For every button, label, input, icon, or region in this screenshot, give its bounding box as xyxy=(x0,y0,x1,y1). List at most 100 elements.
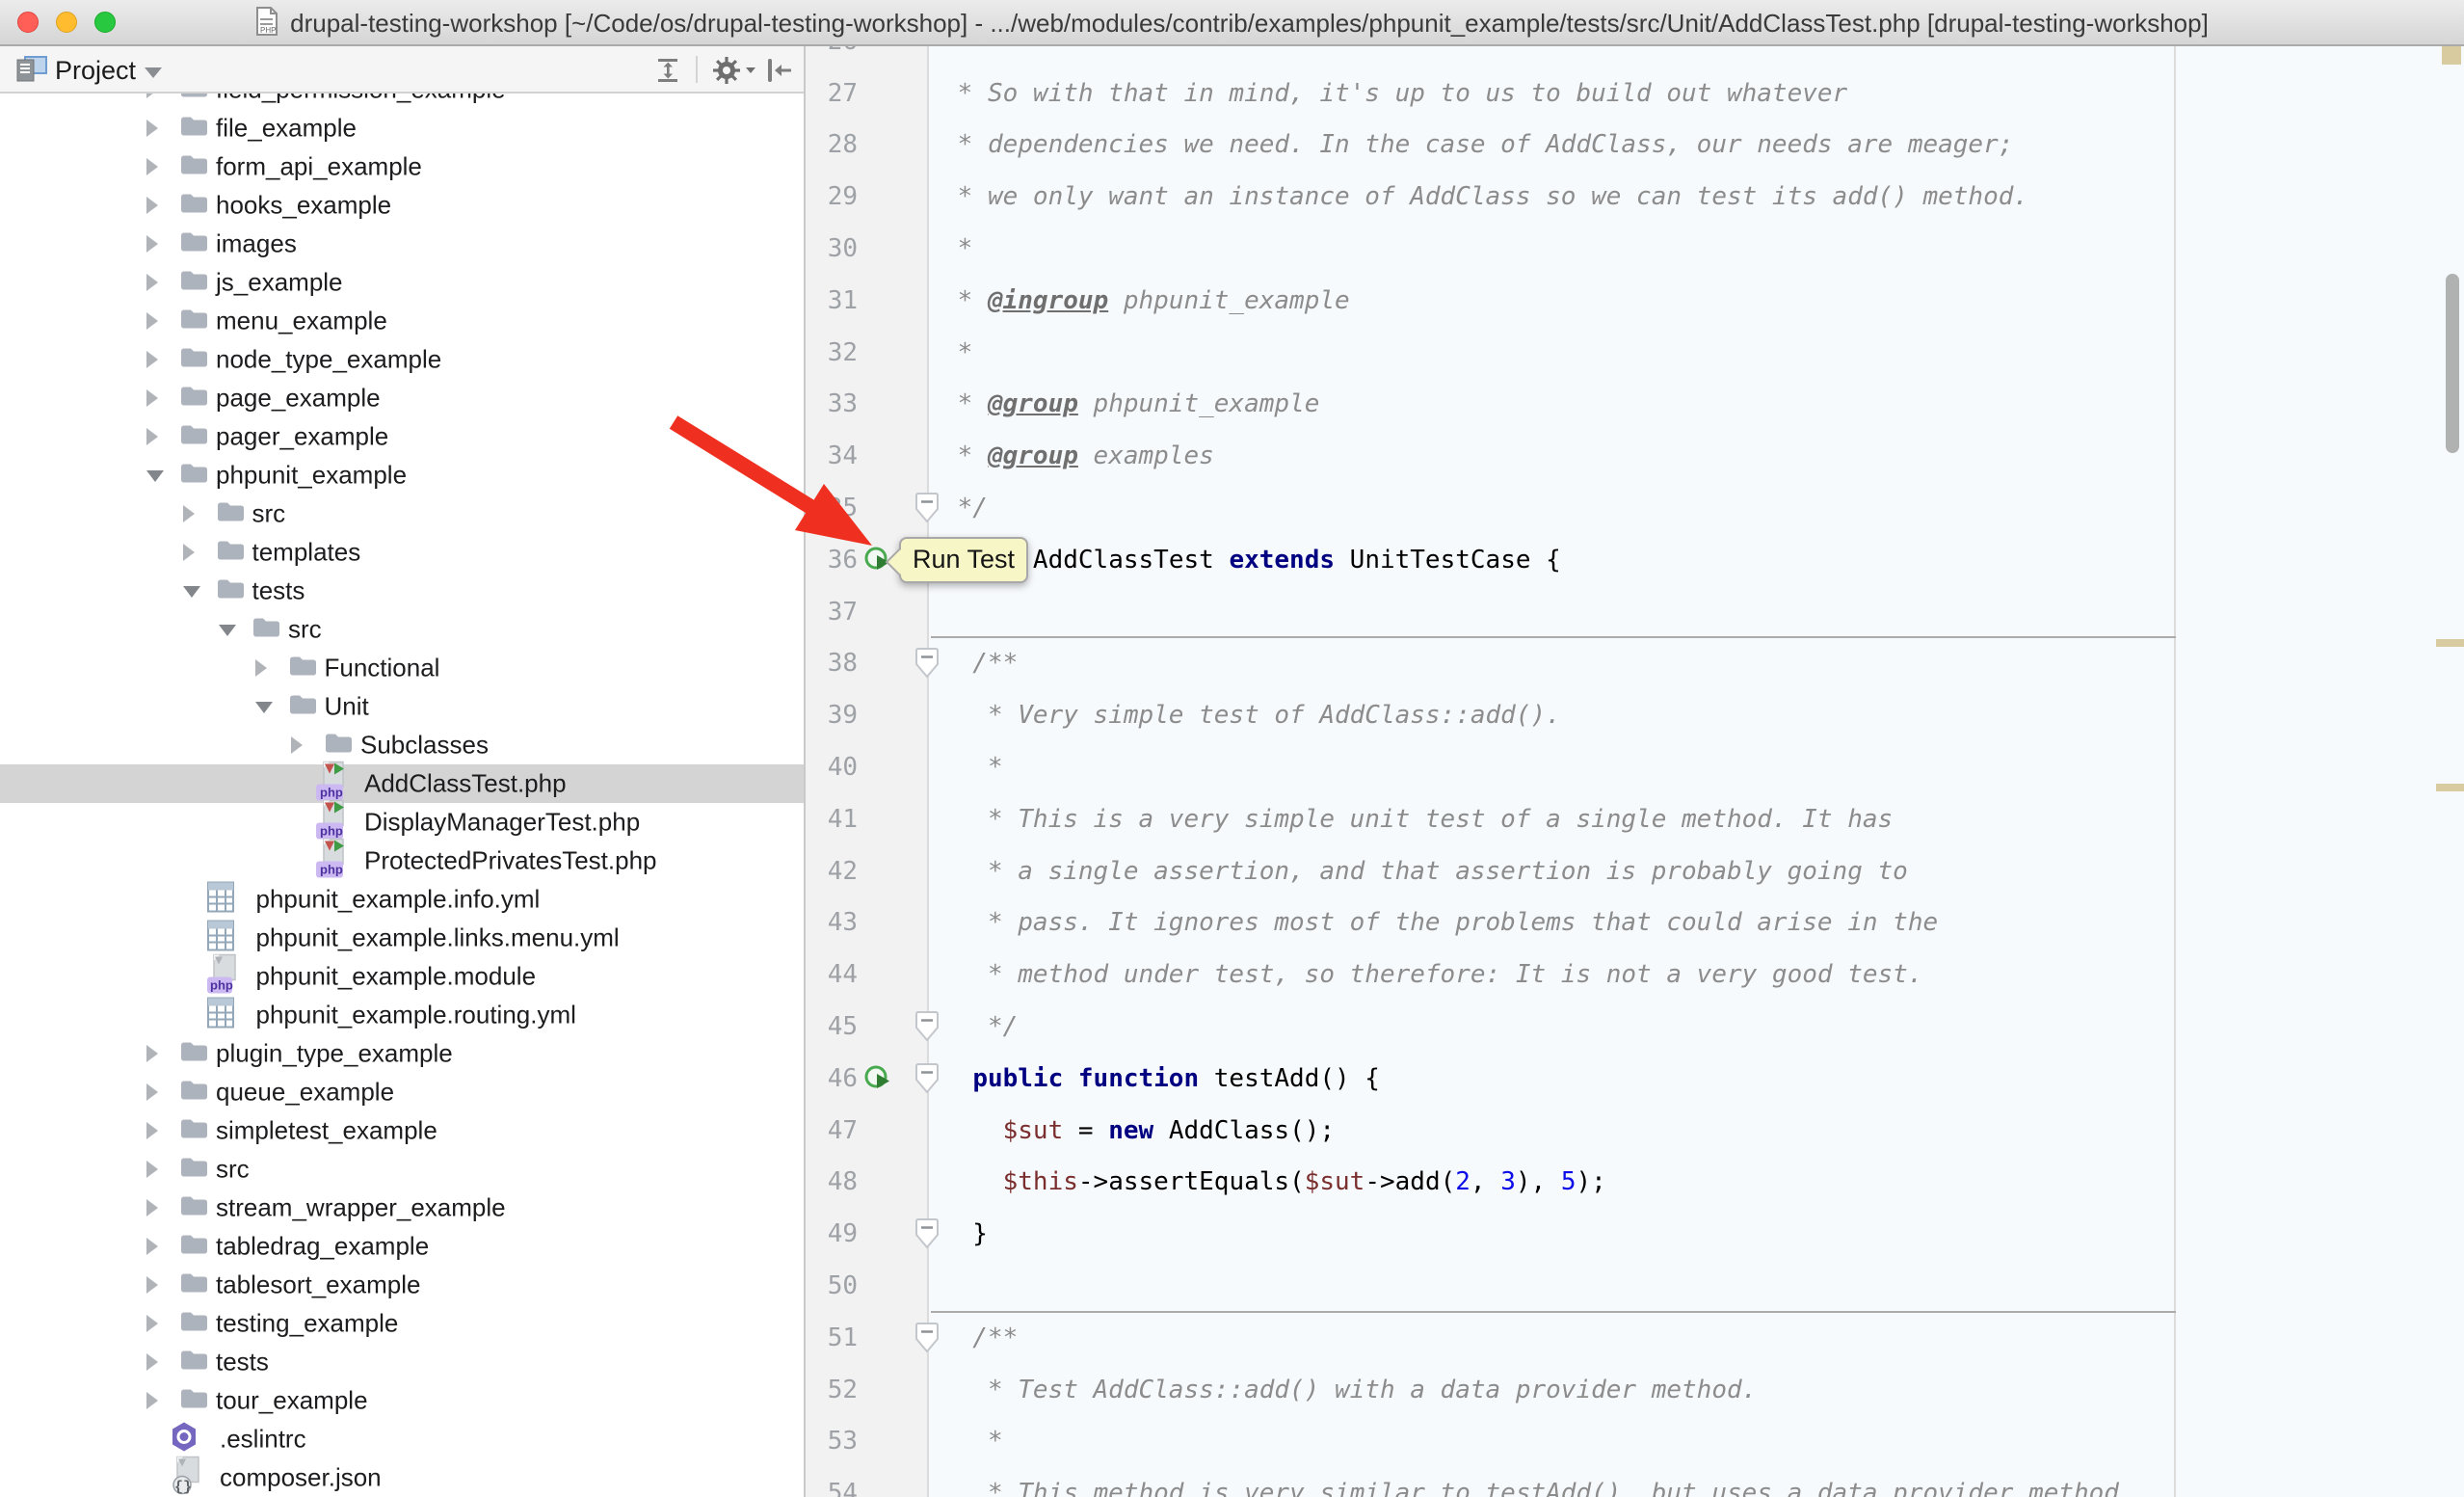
code-line-32[interactable]: * xyxy=(942,327,972,379)
editor-scrollbar-thumb[interactable] xyxy=(2446,274,2459,453)
tree-item-images[interactable]: images xyxy=(0,225,804,263)
tree-item-phpunit-example-links-menu-yml[interactable]: phpunit_example.links.menu.yml xyxy=(0,919,804,957)
code-line-31[interactable]: * @ingroup phpunit_example xyxy=(942,275,1350,327)
line-number[interactable]: 45 xyxy=(806,1001,858,1053)
chevron-collapsed-icon[interactable] xyxy=(183,544,195,561)
hide-panel-button[interactable] xyxy=(763,54,796,92)
tree-item-src[interactable]: src xyxy=(0,495,804,533)
line-number[interactable]: 46 xyxy=(806,1053,858,1105)
tree-item-stream-wrapper-example[interactable]: stream_wrapper_example xyxy=(0,1189,804,1227)
code-line-47[interactable]: $sut = new AddClass(); xyxy=(942,1105,1335,1157)
code-line-36[interactable]: class AddClassTest extends UnitTestCase … xyxy=(942,534,1561,586)
fold-marker-icon[interactable] xyxy=(914,1010,940,1048)
tree-item-node-type-example[interactable]: node_type_example xyxy=(0,340,804,379)
fold-marker-icon[interactable] xyxy=(914,1062,940,1100)
line-number[interactable]: 50 xyxy=(806,1260,858,1312)
error-stripe-mark[interactable] xyxy=(2436,784,2464,791)
chevron-collapsed-icon[interactable] xyxy=(146,1122,158,1139)
code-line-27[interactable]: * So with that in mind, it's up to us to… xyxy=(942,67,1847,120)
chevron-collapsed-icon[interactable] xyxy=(183,505,195,522)
chevron-collapsed-icon[interactable] xyxy=(146,428,158,445)
line-number[interactable]: 29 xyxy=(806,171,858,223)
fold-marker-icon[interactable] xyxy=(914,647,940,684)
chevron-collapsed-icon[interactable] xyxy=(146,1161,158,1178)
line-number[interactable]: 32 xyxy=(806,327,858,379)
error-stripe-mark[interactable] xyxy=(2436,639,2464,647)
tree-item-tests[interactable]: tests xyxy=(0,572,804,610)
line-number[interactable]: 30 xyxy=(806,223,858,275)
tree-item-unit[interactable]: Unit xyxy=(0,687,804,726)
fold-marker-icon[interactable] xyxy=(914,1322,940,1359)
tree-item-phpunit-example[interactable]: phpunit_example xyxy=(0,456,804,495)
tree-item-tour-example[interactable]: tour_example xyxy=(0,1381,804,1420)
code-line-48[interactable]: $this->assertEquals($sut->add(2, 3), 5); xyxy=(942,1156,1606,1208)
code-line-30[interactable]: * xyxy=(942,223,972,275)
line-number[interactable]: 48 xyxy=(806,1156,858,1208)
code-line-45[interactable]: */ xyxy=(942,1001,1018,1053)
code-line-28[interactable]: * dependencies we need. In the case of A… xyxy=(942,119,2013,171)
chevron-collapsed-icon[interactable] xyxy=(146,235,158,253)
line-number[interactable]: 34 xyxy=(806,430,858,482)
tree-item-page-example[interactable]: page_example xyxy=(0,379,804,417)
tree-item-composer-json[interactable]: {}composer.json xyxy=(0,1458,804,1497)
line-number[interactable]: 39 xyxy=(806,689,858,741)
line-number[interactable]: 54 xyxy=(806,1467,858,1497)
chevron-collapsed-icon[interactable] xyxy=(146,1315,158,1332)
line-number[interactable]: 35 xyxy=(806,482,858,534)
code-line-39[interactable]: * Very simple test of AddClass::add(). xyxy=(942,689,1561,741)
panel-title[interactable]: Project xyxy=(55,56,136,86)
tree-item-testing-example[interactable]: testing_example xyxy=(0,1304,804,1343)
code-line-33[interactable]: * @group phpunit_example xyxy=(942,378,1319,430)
tree-item-tests[interactable]: tests xyxy=(0,1343,804,1381)
chevron-collapsed-icon[interactable] xyxy=(146,120,158,137)
code-line-40[interactable]: * xyxy=(942,741,1003,793)
chevron-collapsed-icon[interactable] xyxy=(146,389,158,407)
tree-item-phpunit-example-module[interactable]: phpphpunit_example.module xyxy=(0,957,804,996)
line-number[interactable]: 41 xyxy=(806,793,858,845)
code-line-49[interactable]: } xyxy=(942,1208,988,1260)
chevron-expanded-icon[interactable] xyxy=(183,586,200,598)
line-number[interactable]: 38 xyxy=(806,637,858,689)
code-line-29[interactable]: * we only want an instance of AddClass s… xyxy=(942,171,2028,223)
run-test-tooltip[interactable]: Run Test xyxy=(899,537,1028,583)
chevron-collapsed-icon[interactable] xyxy=(146,1238,158,1255)
code-line-38[interactable]: /** xyxy=(942,637,1018,689)
tree-item--eslintrc[interactable]: .eslintrc xyxy=(0,1420,804,1458)
tree-item-file-example[interactable]: file_example xyxy=(0,109,804,147)
tree-item-simpletest-example[interactable]: simpletest_example xyxy=(0,1111,804,1150)
line-number[interactable]: 52 xyxy=(806,1364,858,1416)
line-number[interactable]: 53 xyxy=(806,1415,858,1467)
line-number[interactable]: 49 xyxy=(806,1208,858,1260)
error-stripe-mark[interactable] xyxy=(2442,46,2461,65)
chevron-collapsed-icon[interactable] xyxy=(146,1276,158,1294)
code-line-53[interactable]: * xyxy=(942,1415,1003,1467)
code-line-34[interactable]: * @group examples xyxy=(942,430,1214,482)
code-line-46[interactable]: public function testAdd() { xyxy=(942,1053,1380,1105)
code-line-54[interactable]: * This method is very similar to testAdd… xyxy=(942,1467,2119,1497)
tree-item-tablesort-example[interactable]: tablesort_example xyxy=(0,1266,804,1304)
chevron-collapsed-icon[interactable] xyxy=(146,1083,158,1101)
line-number[interactable]: 31 xyxy=(806,275,858,327)
tree-item-hooks-example[interactable]: hooks_example xyxy=(0,186,804,225)
code-line-41[interactable]: * This is a very simple unit test of a s… xyxy=(942,793,1893,845)
tree-item-menu-example[interactable]: menu_example xyxy=(0,302,804,340)
tree-item-displaymanagertest-php[interactable]: phpDisplayManagerTest.php xyxy=(0,803,804,842)
fold-marker-icon[interactable] xyxy=(914,492,940,529)
chevron-expanded-icon[interactable] xyxy=(146,470,164,482)
code-line-43[interactable]: * pass. It ignores most of the problems … xyxy=(942,896,1938,949)
code-line-44[interactable]: * method under test, so therefore: It is… xyxy=(942,949,1922,1001)
chevron-collapsed-icon[interactable] xyxy=(291,736,303,754)
tree-item-pager-example[interactable]: pager_example xyxy=(0,417,804,456)
line-number[interactable]: 26 xyxy=(806,46,858,67)
line-number[interactable]: 27 xyxy=(806,67,858,120)
chevron-collapsed-icon[interactable] xyxy=(146,312,158,330)
code-line-42[interactable]: * a single assertion, and that assertion… xyxy=(942,845,1908,897)
line-number[interactable]: 40 xyxy=(806,741,858,793)
chevron-collapsed-icon[interactable] xyxy=(146,158,158,175)
tree-item-form-api-example[interactable]: form_api_example xyxy=(0,147,804,186)
tree-item-js-example[interactable]: js_example xyxy=(0,263,804,302)
line-number[interactable]: 33 xyxy=(806,378,858,430)
line-number[interactable]: 44 xyxy=(806,949,858,1001)
code-line-35[interactable]: */ xyxy=(942,482,988,534)
chevron-expanded-icon[interactable] xyxy=(219,625,236,636)
